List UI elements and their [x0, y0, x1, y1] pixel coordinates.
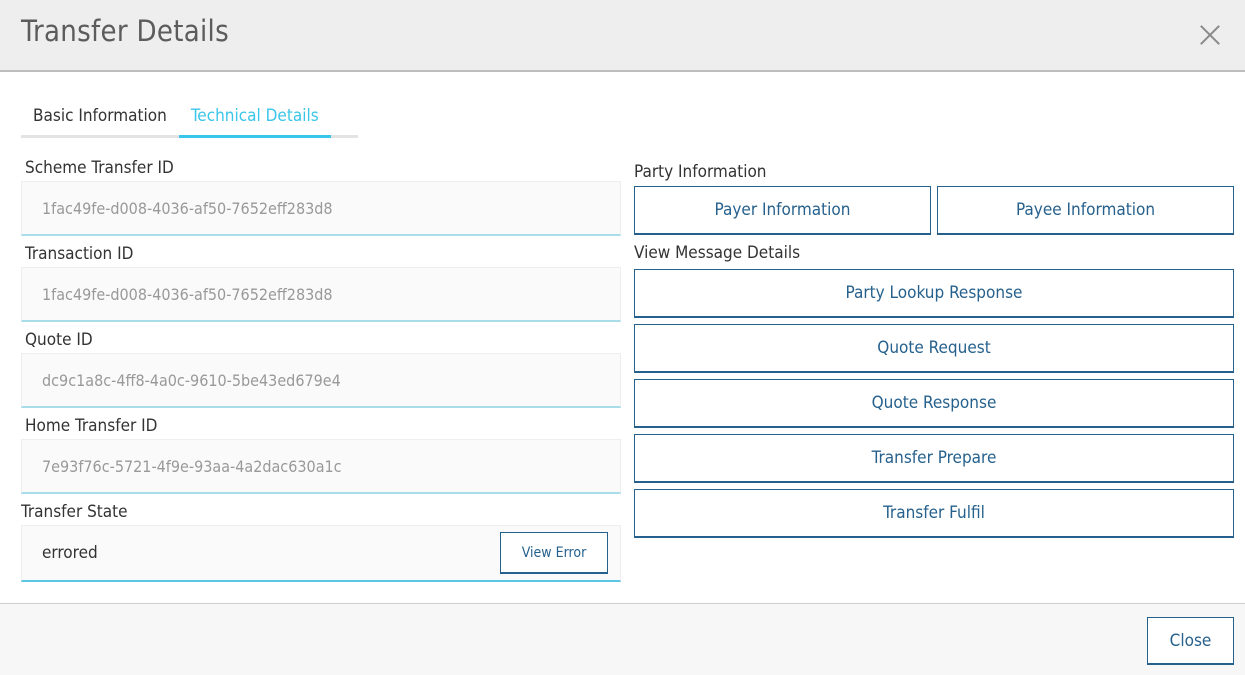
- technical-fields: Scheme Transfer ID 1fac49fe-d008-4036-af…: [21, 155, 621, 582]
- quote-request-button[interactable]: Quote Request: [634, 324, 1234, 373]
- close-button[interactable]: Close: [1147, 617, 1234, 665]
- scheme-transfer-id-label: Scheme Transfer ID: [25, 158, 174, 178]
- home-transfer-id-field[interactable]: 7e93f76c-5721-4f9e-93aa-4a2dac630a1c: [21, 439, 621, 494]
- view-error-button[interactable]: View Error: [500, 532, 608, 574]
- transfer-prepare-button[interactable]: Transfer Prepare: [634, 434, 1234, 483]
- payee-information-button[interactable]: Payee Information: [937, 186, 1234, 235]
- tab-technical-details[interactable]: Technical Details: [178, 100, 331, 138]
- transfer-state-label: Transfer State: [21, 502, 128, 522]
- transfer-state-value: errored: [42, 543, 98, 563]
- payer-information-button[interactable]: Payer Information: [634, 186, 931, 235]
- details-actions: Party Information Payer Information Paye…: [634, 158, 1234, 544]
- quote-id-field[interactable]: dc9c1a8c-4ff8-4a0c-9610-5be43ed679e4: [21, 353, 621, 408]
- scheme-transfer-id-field[interactable]: 1fac49fe-d008-4036-af50-7652eff283d8: [21, 181, 621, 236]
- home-transfer-id-label: Home Transfer ID: [25, 416, 158, 436]
- view-message-details-label: View Message Details: [634, 243, 801, 263]
- transaction-id-label: Transaction ID: [25, 244, 134, 264]
- party-information-label: Party Information: [634, 162, 767, 182]
- modal-title: Transfer Details: [21, 14, 229, 48]
- party-buttons: Payer Information Payee Information: [634, 186, 1234, 235]
- close-icon[interactable]: [1199, 24, 1221, 46]
- modal-footer: Close: [0, 603, 1245, 675]
- modal-header: Transfer Details: [0, 0, 1245, 72]
- transaction-id-field[interactable]: 1fac49fe-d008-4036-af50-7652eff283d8: [21, 267, 621, 322]
- quote-response-button[interactable]: Quote Response: [634, 379, 1234, 428]
- transfer-fulfil-button[interactable]: Transfer Fulfil: [634, 489, 1234, 538]
- tab-basic-information[interactable]: Basic Information: [21, 100, 179, 138]
- transfer-state-field: errored View Error: [21, 525, 621, 582]
- party-lookup-response-button[interactable]: Party Lookup Response: [634, 269, 1234, 318]
- tab-bar: Basic Information Technical Details: [21, 100, 358, 138]
- quote-id-label: Quote ID: [25, 330, 93, 350]
